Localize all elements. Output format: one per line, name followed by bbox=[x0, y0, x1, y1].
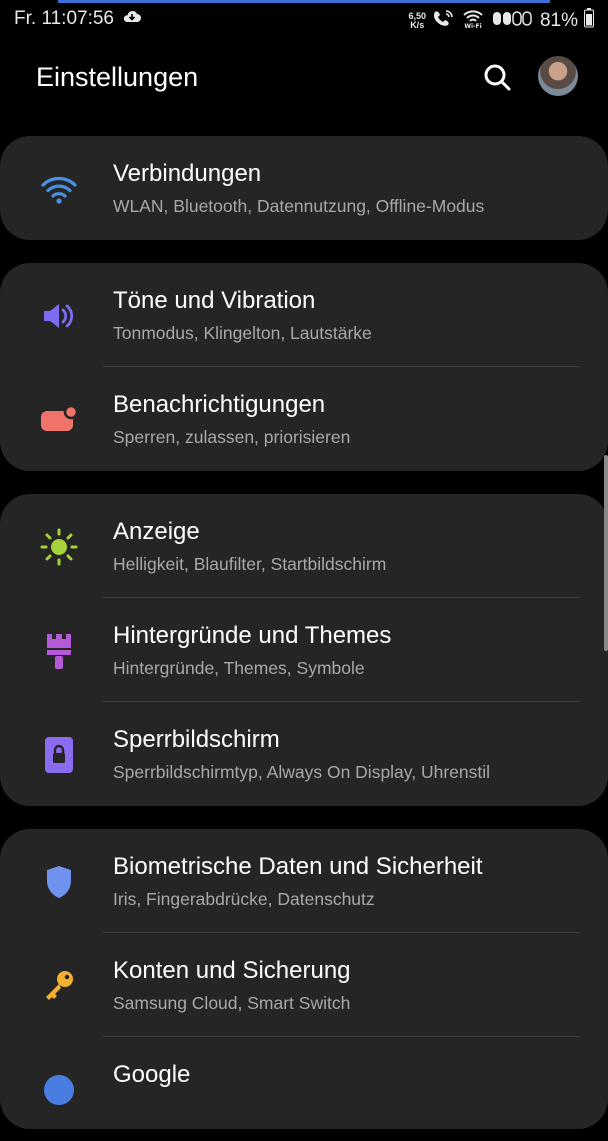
battery-percentage: 81% bbox=[539, 10, 578, 31]
svg-text:Wi-Fi: Wi-Fi bbox=[464, 23, 481, 28]
shield-icon bbox=[38, 861, 80, 903]
item-subtitle: Sperrbildschirmtyp, Always On Display, U… bbox=[113, 762, 491, 782]
item-title: Anzeige bbox=[113, 518, 200, 545]
settings-item-anzeige[interactable]: Anzeige Helligkeit, Blaufilter, Startbil… bbox=[0, 494, 608, 598]
download-progress-line bbox=[58, 0, 550, 3]
item-title: Benachrichtigungen bbox=[113, 391, 326, 418]
app-header: Einstellungen bbox=[0, 48, 608, 112]
item-title: Konten und Sicherung bbox=[113, 957, 351, 984]
profile-avatar[interactable] bbox=[538, 56, 578, 96]
item-subtitle: Helligkeit, Blaufilter, Startbildschirm bbox=[113, 554, 387, 574]
settings-item-konten-und-sicherung[interactable]: Konten und Sicherung Samsung Cloud, Smar… bbox=[0, 933, 608, 1037]
settings-group-display: Anzeige Helligkeit, Blaufilter, Startbil… bbox=[0, 494, 608, 806]
paintbrush-icon bbox=[38, 630, 80, 672]
settings-item-google[interactable]: Google bbox=[0, 1037, 608, 1141]
search-button[interactable] bbox=[480, 60, 516, 96]
item-title: Google bbox=[113, 1061, 191, 1088]
google-icon bbox=[38, 1069, 80, 1111]
settings-item-benachrichtigungen[interactable]: Benachrichtigungen Sperren, zulassen, pr… bbox=[0, 367, 608, 471]
item-title: Töne und Vibration bbox=[113, 287, 316, 314]
status-time: Fr. 11:07:56 bbox=[14, 8, 114, 29]
item-title: Sperrbildschirm bbox=[113, 726, 280, 753]
settings-item-toene-und-vibration[interactable]: Töne und Vibration Tonmodus, Klingelton,… bbox=[0, 263, 608, 367]
item-title: Verbindungen bbox=[113, 160, 262, 187]
settings-item-biometrische-daten[interactable]: Biometrische Daten und Sicherheit Iris, … bbox=[0, 829, 608, 933]
lock-icon bbox=[38, 734, 80, 776]
settings-group-connections: Verbindungen WLAN, Bluetooth, Datennutzu… bbox=[0, 136, 608, 240]
item-title: Biometrische Daten und Sicherheit bbox=[113, 853, 483, 880]
item-subtitle: Samsung Cloud, Smart Switch bbox=[113, 993, 351, 1013]
settings-item-hintergruende-und-themes[interactable]: Hintergründe und Themes Hintergründe, Th… bbox=[0, 598, 608, 702]
status-bar: Fr. 11:07:56 6,50 K/s Wi-Fi 81% bbox=[0, 0, 608, 38]
speaker-icon bbox=[38, 295, 80, 337]
wifi-icon bbox=[38, 168, 80, 210]
page-title: Einstellungen bbox=[36, 62, 199, 92]
sun-icon bbox=[38, 526, 80, 568]
wifi-call-icon bbox=[432, 9, 454, 33]
item-subtitle: Hintergründe, Themes, Symbole bbox=[113, 658, 365, 678]
item-subtitle: Sperren, zulassen, priorisieren bbox=[113, 427, 351, 447]
notification-icon bbox=[38, 399, 80, 441]
settings-group-security: Biometrische Daten und Sicherheit Iris, … bbox=[0, 829, 608, 1129]
scrollbar[interactable] bbox=[604, 455, 608, 651]
wifi-status-icon: Wi-Fi bbox=[460, 8, 486, 34]
net-speed: 6,50 K/s bbox=[408, 11, 426, 30]
cloud-sync-icon bbox=[122, 8, 142, 30]
item-subtitle: WLAN, Bluetooth, Datennutzung, Offline-M… bbox=[113, 196, 485, 216]
settings-group-sound: Töne und Vibration Tonmodus, Klingelton,… bbox=[0, 263, 608, 471]
signal-bars-icon bbox=[492, 9, 534, 33]
item-subtitle: Iris, Fingerabdrücke, Datenschutz bbox=[113, 889, 375, 909]
battery-icon bbox=[584, 8, 594, 34]
key-icon bbox=[38, 965, 80, 1007]
item-subtitle: Tonmodus, Klingelton, Lautstärke bbox=[113, 323, 372, 343]
settings-item-sperrbildschirm[interactable]: Sperrbildschirm Sperrbildschirmtyp, Alwa… bbox=[0, 702, 608, 806]
item-title: Hintergründe und Themes bbox=[113, 622, 392, 649]
search-icon bbox=[484, 64, 511, 91]
settings-item-verbindungen[interactable]: Verbindungen WLAN, Bluetooth, Datennutzu… bbox=[0, 136, 608, 240]
